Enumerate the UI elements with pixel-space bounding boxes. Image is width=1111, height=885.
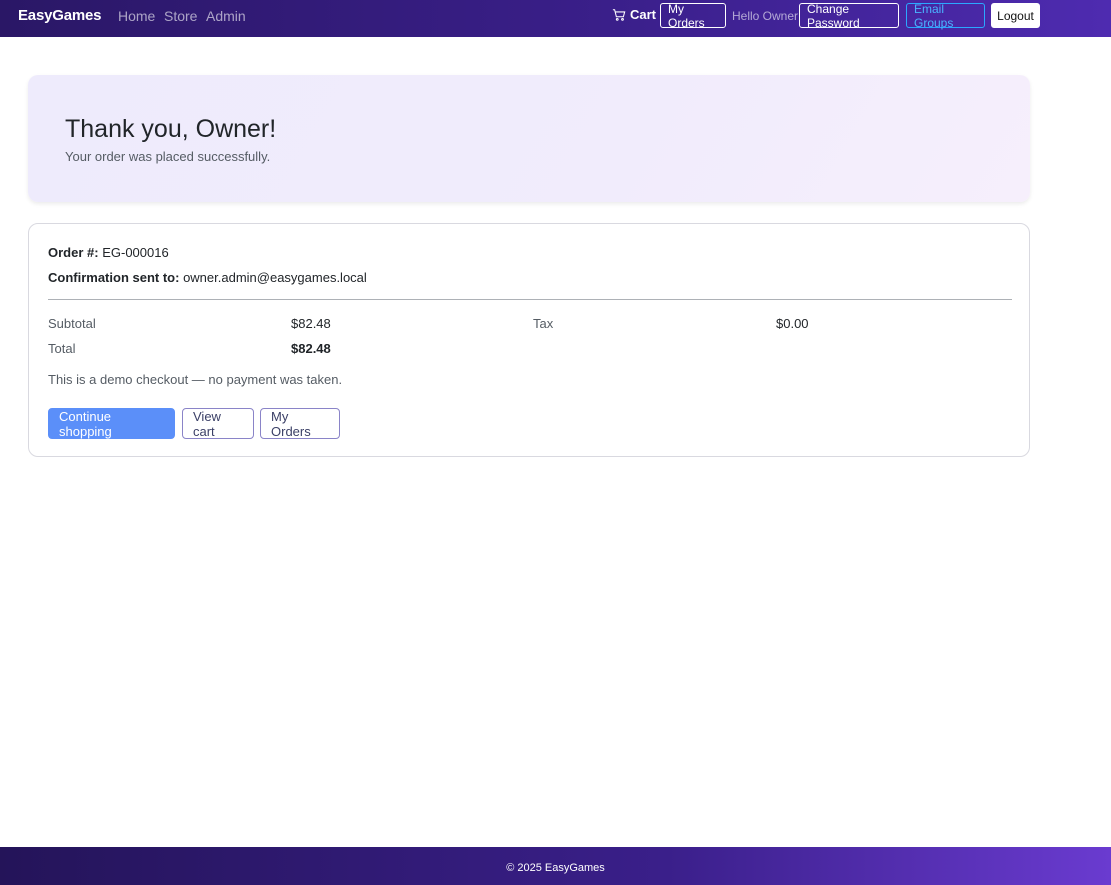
- brand-logo[interactable]: EasyGames: [18, 7, 101, 24]
- confirmation-email: owner.admin@easygames.local: [183, 270, 367, 285]
- divider: [48, 299, 1012, 300]
- page-title: Thank you, Owner!: [65, 115, 277, 143]
- cart-label: Cart: [630, 7, 657, 22]
- my-orders-button[interactable]: My Orders: [260, 408, 340, 439]
- tax-value: $0.00: [776, 316, 809, 331]
- demo-note: This is a demo checkout — no payment was…: [48, 372, 343, 387]
- cart-link[interactable]: Cart: [612, 7, 656, 22]
- page-footer: © 2025 EasyGames: [0, 847, 1111, 885]
- continue-shopping-button[interactable]: Continue shopping: [48, 408, 175, 439]
- order-number-value: EG-000016: [102, 245, 169, 260]
- nav-link-home[interactable]: Home: [118, 8, 155, 24]
- cart-icon: [612, 8, 626, 21]
- my-orders-nav-button[interactable]: My Orders: [660, 2, 726, 30]
- order-number-label: Order #:: [48, 245, 99, 260]
- nav-link-store[interactable]: Store: [164, 8, 197, 24]
- total-value: $82.48: [291, 341, 331, 356]
- tax-label: Tax: [533, 316, 554, 331]
- logout-button[interactable]: Logout: [991, 3, 1040, 28]
- view-cart-button[interactable]: View cart: [182, 408, 254, 439]
- success-message: Your order was placed successfully.: [65, 149, 271, 164]
- order-number-row: Order #: EG-000016: [48, 245, 169, 260]
- total-label: Total: [48, 341, 76, 356]
- copyright-text: © 2025 EasyGames: [506, 862, 605, 874]
- nav-link-admin[interactable]: Admin: [206, 8, 246, 24]
- subtotal-label: Subtotal: [48, 316, 96, 331]
- confirmation-row: Confirmation sent to: owner.admin@easyga…: [48, 270, 367, 285]
- change-password-button[interactable]: Change Password: [799, 2, 899, 30]
- subtotal-value: $82.48: [291, 316, 331, 331]
- hello-user-text: Hello Owner: [732, 9, 799, 23]
- confirmation-label: Confirmation sent to:: [48, 270, 180, 285]
- order-summary-card: Order #: EG-000016 Confirmation sent to:…: [28, 223, 1030, 457]
- top-navbar: EasyGames Home Store Admin Cart My Order…: [0, 0, 1111, 37]
- email-groups-button[interactable]: Email Groups: [906, 2, 985, 30]
- thank-you-banner: Thank you, Owner! Your order was placed …: [28, 75, 1030, 202]
